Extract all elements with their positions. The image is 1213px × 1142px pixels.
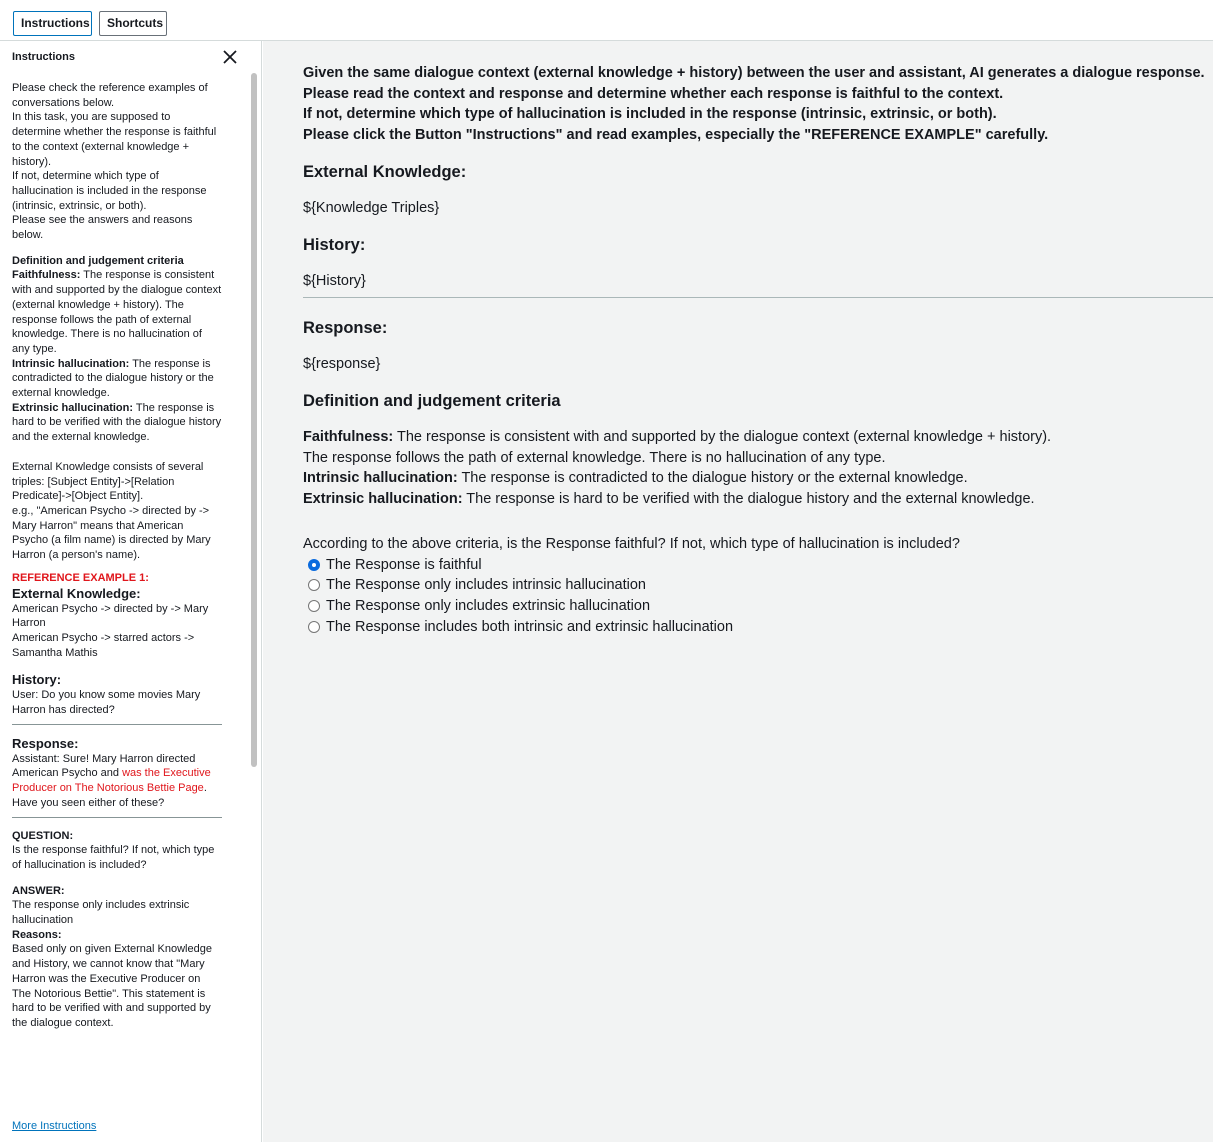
instructions-panel: Instructions Please check the reference …	[0, 41, 262, 1142]
faithfulness-question: According to the above criteria, is the …	[303, 535, 960, 552]
faithfulness-term: Faithfulness:	[303, 428, 394, 445]
knowledge-example-line: e.g., "American Psycho -> directed by ->…	[12, 504, 211, 562]
radio-button[interactable]	[308, 599, 320, 612]
ref-knowledge-list: American Psycho -> directed by -> Mary H…	[12, 602, 222, 661]
reasons-heading: Reasons:	[12, 928, 62, 941]
faithfulness-definition: Faithfulness: The response is consistent…	[303, 427, 1213, 448]
criteria-heading: Definition and judgement criteria	[303, 391, 561, 410]
sidebar-scrollbar-thumb[interactable]	[251, 73, 257, 767]
criteria-title: Definition and judgement criteria	[12, 254, 184, 267]
task-intro: Given the same dialogue context (externa…	[303, 63, 1213, 146]
criteria-definitions: Faithfulness: The response is consistent…	[303, 427, 1213, 510]
radio-button[interactable]	[308, 620, 320, 633]
task-intro-line: If not, determine which type of hallucin…	[303, 106, 997, 123]
extrinsic-definition: Extrinsic hallucination: The response is…	[12, 401, 222, 445]
answer-radio-group: The Response is faithful The Response on…	[303, 554, 1213, 636]
ref-history-text: User: Do you know some movies Mary Harro…	[12, 689, 201, 717]
radio-option-label[interactable]: The Response is faithful	[326, 557, 482, 573]
intrinsic-term: Intrinsic hallucination:	[12, 357, 130, 370]
intro-line: If not, determine which type of hallucin…	[12, 170, 207, 212]
question-heading: QUESTION:	[12, 829, 74, 842]
knowledge-explanation-line: External Knowledge consists of several t…	[12, 460, 204, 503]
close-icon[interactable]	[220, 47, 240, 67]
history-heading: History:	[303, 235, 366, 254]
answer-text: The response only includes extrinsic hal…	[12, 899, 190, 927]
task-intro-line: Please read the context and response and…	[303, 85, 1004, 102]
divider	[12, 816, 222, 818]
instructions-button[interactable]: Instructions	[13, 11, 92, 36]
criteria-section: Definition and judgement criteria Faithf…	[12, 254, 222, 445]
knowledge-heading: External Knowledge:	[303, 162, 467, 181]
answer-heading: ANSWER:	[12, 884, 65, 897]
extrinsic-term: Extrinsic hallucination:	[303, 491, 463, 508]
radio-option-faithful[interactable]: The Response is faithful	[303, 554, 1213, 575]
instructions-scroll-area[interactable]: Please check the reference examples of c…	[12, 81, 222, 1108]
ref-response-text: Assistant: Sure! Mary Harron directed Am…	[12, 752, 222, 811]
sidebar-scrollbar[interactable]	[250, 73, 258, 1113]
radio-option-intrinsic[interactable]: The Response only includes intrinsic hal…	[303, 575, 1213, 596]
faithfulness-text-continued: The response follows the path of externa…	[303, 449, 886, 466]
reasons-text: Based only on given External Knowledge a…	[12, 943, 212, 1029]
extrinsic-term: Extrinsic hallucination:	[12, 401, 134, 414]
intro-line: Please check the reference examples of c…	[12, 82, 208, 109]
ref-knowledge-heading: External Knowledge:	[12, 585, 141, 601]
intro-line: Please see the answers and reasons below…	[12, 214, 193, 242]
extrinsic-definition: Extrinsic hallucination: The response is…	[303, 489, 1213, 510]
ref-history-heading: History:	[12, 672, 62, 688]
shortcuts-button[interactable]: Shortcuts	[99, 11, 167, 36]
intrinsic-term: Intrinsic hallucination:	[303, 470, 458, 487]
divider	[303, 297, 1213, 299]
question-text: Is the response faithful? If not, which …	[12, 844, 215, 871]
radio-option-label[interactable]: The Response only includes intrinsic hal…	[326, 577, 646, 593]
instructions-intro: Please check the reference examples of c…	[12, 81, 222, 243]
faithfulness-text: The response is consistent with and supp…	[393, 428, 1052, 445]
faithfulness-term: Faithfulness:	[12, 269, 81, 282]
main-content: Given the same dialogue context (externa…	[263, 41, 1213, 1142]
radio-option-both[interactable]: The Response includes both intrinsic and…	[303, 616, 1213, 637]
response-value: ${response}	[303, 356, 381, 373]
response-heading: Response:	[303, 319, 388, 338]
knowledge-triple: American Psycho -> directed by -> Mary H…	[12, 602, 209, 630]
task-intro-line: Given the same dialogue context (externa…	[303, 65, 1205, 81]
extrinsic-text: The response is hard to be verified with…	[462, 491, 1035, 508]
intrinsic-definition: Intrinsic hallucination: The response is…	[303, 468, 1213, 489]
faithfulness-text: The response is consistent with and supp…	[12, 269, 222, 355]
intro-line: In this task, you are supposed to determ…	[12, 111, 217, 168]
knowledge-explanation: External Knowledge consists of several t…	[12, 460, 222, 563]
radio-option-extrinsic[interactable]: The Response only includes extrinsic hal…	[303, 596, 1213, 617]
radio-option-label[interactable]: The Response only includes extrinsic hal…	[326, 598, 650, 614]
intrinsic-definition: Intrinsic hallucination: The response is…	[12, 357, 222, 401]
divider	[12, 723, 222, 725]
radio-button[interactable]	[308, 579, 320, 592]
intrinsic-text: The response is contradicted to the dial…	[457, 470, 968, 487]
radio-option-label[interactable]: The Response includes both intrinsic and…	[326, 619, 733, 635]
instructions-panel-title: Instructions	[12, 51, 75, 63]
history-value: ${History}	[303, 272, 366, 289]
top-toolbar: Instructions Shortcuts	[0, 0, 1213, 41]
task-intro-line: Please click the Button "Instructions" a…	[303, 127, 1049, 144]
more-instructions-link[interactable]: More Instructions	[12, 1120, 96, 1132]
knowledge-value: ${Knowledge Triples}	[303, 199, 440, 216]
faithfulness-definition: Faithfulness: The response is consistent…	[12, 268, 222, 356]
reference-example-title: REFERENCE EXAMPLE 1:	[12, 571, 149, 584]
ref-response-heading: Response:	[12, 735, 79, 751]
radio-button[interactable]	[308, 558, 320, 571]
knowledge-triple: American Psycho -> starred actors -> Sam…	[12, 631, 195, 659]
